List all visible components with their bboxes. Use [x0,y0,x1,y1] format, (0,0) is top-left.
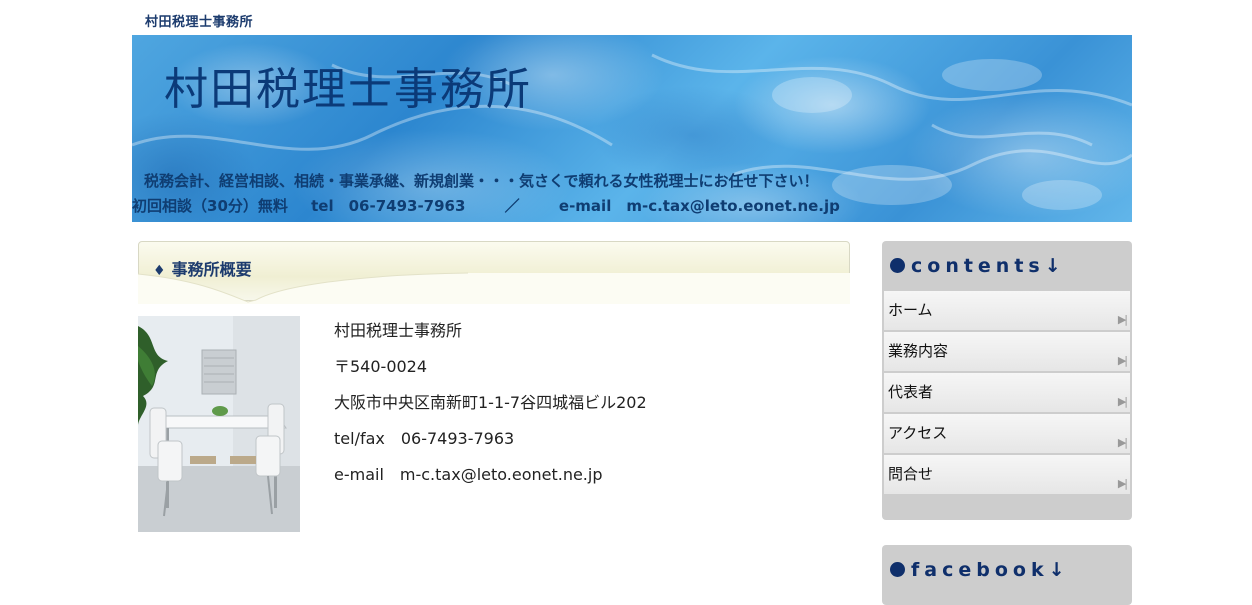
menu-item-label[interactable]: 業務内容 [888,340,948,361]
play-end-arrow-icon: ▶| [1117,354,1128,367]
menu-item-label[interactable]: ホーム [888,299,933,320]
menu-item-access[interactable]: アクセス ▶| [884,414,1130,453]
menu-item-home[interactable]: ホーム ▶| [884,291,1130,330]
office-interior-illustration [138,316,300,532]
banner-office-name: 村田税理士事務所 [164,64,532,115]
header-banner: 村田税理士事務所 税務会計、経営相談、相続・事業承継、新規創業・・・気さくで頼れ… [132,35,1132,222]
office-address: 大阪市中央区南新町1-1-7谷四城福ビル202 [334,393,647,412]
menu-item-label[interactable]: 代表者 [888,381,933,402]
sidebar-contents-box: contents↓ ホーム ▶| 業務内容 ▶| 代表者 ▶| アクセス ▶| … [882,241,1132,520]
banner-separator: ／ [504,197,520,215]
play-end-arrow-icon: ▶| [1117,436,1128,449]
facebook-heading-text: facebook↓ [911,559,1070,581]
sidebar-menu: ホーム ▶| 業務内容 ▶| 代表者 ▶| アクセス ▶| 問合せ ▶| [884,291,1130,496]
diamond-icon: ♦ [153,263,166,279]
banner-email: e-mail m-c.tax@leto.eonet.ne.jp [558,197,840,215]
contents-heading: contents↓ [890,255,1066,277]
banner-tagline: 税務会計、経営相談、相続・事業承継、新規創業・・・気さくで頼れる女性税理士にお任… [144,172,819,190]
bullet-dot-icon [890,258,905,273]
play-end-arrow-icon: ▶| [1117,395,1128,408]
section-header: ♦ 事務所概要 [138,241,850,304]
menu-item-label[interactable]: アクセス [888,422,947,443]
site-title-small[interactable]: 村田税理士事務所 [145,11,253,30]
section-title-text: 事務所概要 [171,260,252,279]
contents-heading-text: contents↓ [911,255,1066,277]
banner-contact-line: 初回相談（30分）無料 tel 06-7493-7963 ／ e-mail m-… [132,195,874,216]
free-consult-text: 初回相談（30分）無料 [132,197,288,215]
postal-code: 〒540-0024 [334,357,428,376]
menu-item-contact[interactable]: 問合せ ▶| [884,455,1130,494]
section-title: ♦ 事務所概要 [153,256,252,280]
menu-item-services[interactable]: 業務内容 ▶| [884,332,1130,371]
sidebar-facebook-box: facebook↓ [882,545,1132,605]
office-email: e-mail m-c.tax@leto.eonet.ne.jp [334,465,603,484]
menu-item-label[interactable]: 問合せ [888,463,933,484]
banner-tel: tel 06-7493-7963 [311,197,466,215]
office-info: 村田税理士事務所 〒540-0024 大阪市中央区南新町1-1-7谷四城福ビル2… [334,320,647,500]
tel-fax: tel/fax 06-7493-7963 [334,429,515,448]
office-name: 村田税理士事務所 [334,321,463,340]
bullet-dot-icon [890,562,905,577]
office-photo [138,316,300,532]
facebook-heading: facebook↓ [890,559,1070,581]
menu-item-representative[interactable]: 代表者 ▶| [884,373,1130,412]
play-end-arrow-icon: ▶| [1117,477,1128,490]
play-end-arrow-icon: ▶| [1117,313,1128,326]
